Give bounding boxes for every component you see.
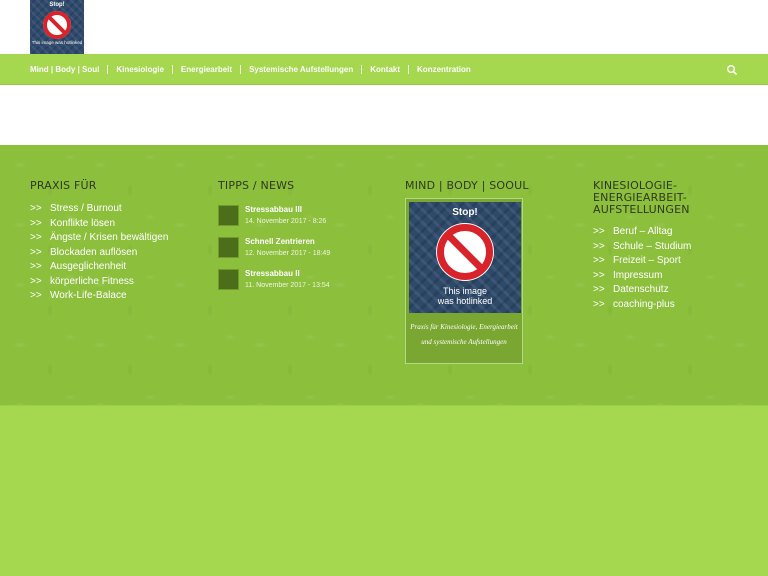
arrow-marker: >> xyxy=(593,226,605,237)
nav-item-kinesiologie[interactable]: Kinesiologie xyxy=(99,65,164,74)
prohibited-icon xyxy=(43,11,71,39)
praxis-link-ausgeglichenheit[interactable]: >> Ausgeglichenheit xyxy=(30,260,205,275)
link-label: Datenschutz xyxy=(613,284,669,295)
praxis-link-konflikte-losen[interactable]: >> Konflikte lösen xyxy=(30,217,205,232)
arrow-marker: >> xyxy=(30,217,42,229)
site-logo[interactable]: Stop! This image was hotlinked xyxy=(30,0,84,54)
arrow-marker: >> xyxy=(30,203,42,214)
link-label: Impressum xyxy=(613,269,663,281)
footer-heading-news: TIPPS / NEWS xyxy=(218,179,295,192)
nav-item-label: Kontakt xyxy=(370,64,401,74)
footer-heading-kinesiologie: KINESIOLOGIE-ENERGIEARBEIT-AUFSTELLUNGEN xyxy=(593,179,690,216)
kinesiologie-link-schule-studium[interactable]: >> Schule – Studium xyxy=(593,240,753,255)
logo-hotlinked-text: This image was hotlinked xyxy=(31,40,83,45)
link-label: coaching-plus xyxy=(613,298,675,310)
praxis-link-korperliche-fitness[interactable]: >> körperliche Fitness xyxy=(30,275,205,290)
link-label: Konflikte lösen xyxy=(50,217,116,229)
nav-item-mind-body-soul[interactable]: Mind | Body | Soul xyxy=(30,65,99,74)
news-item[interactable]: Stressabbau III 14. November 2017 - 8:26 xyxy=(218,202,393,234)
nav-item-kontakt[interactable]: Kontakt xyxy=(353,65,400,74)
link-label: Freizeit – Sport xyxy=(613,255,681,266)
header-top: Stop! This image was hotlinked xyxy=(0,0,768,54)
news-date: 12. November 2017 - 18:49 xyxy=(245,250,331,257)
footer-column-kinesiologie: KINESIOLOGIE-ENERGIEARBEIT-AUFSTELLUNGEN… xyxy=(593,180,753,312)
news-title[interactable]: Schnell Zentrieren xyxy=(245,237,315,246)
news-list: Stressabbau III 14. November 2017 - 8:26 S… xyxy=(218,202,393,298)
link-label: Stress / Burnout xyxy=(50,203,122,214)
hotlinked-image[interactable]: Stop! This image was hotlinked xyxy=(409,202,521,313)
news-item[interactable]: Stressabbau II 11. November 2017 - 13:54 xyxy=(218,266,393,298)
link-label: Blockaden auflösen xyxy=(50,246,138,258)
image-widget: Stop! This image was hotlinked Praxis fü… xyxy=(405,198,523,364)
arrow-marker: >> xyxy=(30,232,42,243)
kinesiologie-link-coaching-plus[interactable]: >> coaching-plus xyxy=(593,298,753,313)
kinesiologie-link-beruf-alltag[interactable]: >> Beruf – Alltag xyxy=(593,225,753,240)
praxis-link-blockaden-auflosen[interactable]: >> Blockaden auflösen xyxy=(30,246,205,261)
nav-item-label: Kinesiologie xyxy=(116,64,164,74)
link-label: Beruf – Alltag xyxy=(613,226,673,237)
praxis-link-stress-burnout[interactable]: >> Stress / Burnout xyxy=(30,202,205,217)
arrow-marker: >> xyxy=(593,269,605,281)
footer-heading-mind-body-soul: MIND | BODY | SOOUL xyxy=(405,179,529,192)
prohibited-icon xyxy=(436,223,494,281)
footer-heading-praxis: PRAXIS FÜR xyxy=(30,179,97,192)
nav-item-energiearbeit[interactable]: Energiearbeit xyxy=(164,65,232,74)
arrow-marker: >> xyxy=(30,275,42,287)
praxis-link-work-life-balace[interactable]: >> Work-Life-Balace xyxy=(30,289,205,304)
kinesiologie-link-freizeit-sport[interactable]: >> Freizeit – Sport xyxy=(593,254,753,269)
news-date: 11. November 2017 - 13:54 xyxy=(245,282,330,289)
image-caption: Praxis für Kinesiologie, Energiearbeit u… xyxy=(410,323,518,346)
hotlink-line-1: This image xyxy=(442,286,487,296)
link-label: Ausgeglichenheit xyxy=(50,261,127,272)
nav-item-label: Energiearbeit xyxy=(180,64,233,74)
search-icon[interactable] xyxy=(726,63,738,76)
arrow-marker: >> xyxy=(30,290,42,301)
link-label: Schule – Studium xyxy=(613,240,692,252)
news-thumbnail[interactable] xyxy=(218,269,239,290)
nav-item-label: Konzentration xyxy=(417,64,471,74)
kinesiologie-link-impressum[interactable]: >> Impressum xyxy=(593,269,753,284)
praxis-link-angste-krisen-bewaltigen[interactable]: >> Ängste / Krisen bewältigen xyxy=(30,231,205,246)
link-label: Work-Life-Balace xyxy=(50,290,127,301)
footer-widgets: PRAXIS FÜR >> Stress / Burnout >> Konflikte… xyxy=(0,145,768,406)
kinesiologie-link-list: >> Beruf – Alltag >> Schule – Studium >> Frei… xyxy=(593,225,753,312)
news-item[interactable]: Schnell Zentrieren 12. November 2017 - 18… xyxy=(218,234,393,266)
news-thumbnail[interactable] xyxy=(218,205,239,226)
nav-item-label: Mind | Body | Soul xyxy=(30,64,100,74)
praxis-link-list: >> Stress / Burnout >> Konflikte lösen >> Äng… xyxy=(30,202,205,304)
news-date: 14. November 2017 - 8:26 xyxy=(245,218,327,225)
logo-stop-text: Stop! xyxy=(49,2,65,8)
hotlink-stop-text: Stop! xyxy=(452,207,478,218)
nav-item-systemische-aufstellungen[interactable]: Systemische Aufstellungen xyxy=(232,65,353,74)
link-label: Ängste / Krisen bewältigen xyxy=(50,232,169,243)
news-title[interactable]: Stressabbau II xyxy=(245,269,300,278)
page-title-band xyxy=(0,85,768,146)
arrow-marker: >> xyxy=(30,246,42,258)
news-thumbnail[interactable] xyxy=(218,237,239,258)
footer-column-news: TIPPS / NEWS Stressabbau III 14. November… xyxy=(218,180,393,298)
footer-column-mind-body-soul: MIND | BODY | SOOUL Stop! This image was… xyxy=(405,180,580,364)
link-label: körperliche Fitness xyxy=(50,275,134,287)
nav-item-konzentration[interactable]: Konzentration xyxy=(400,65,471,74)
kinesiologie-link-datenschutz[interactable]: >> Datenschutz xyxy=(593,283,753,298)
nav-menu: Mind | Body | Soul Kinesiologie Energiearb… xyxy=(30,54,471,84)
hotlink-line-2: was hotlinked xyxy=(437,296,493,306)
arrow-marker: >> xyxy=(593,240,605,252)
arrow-marker: >> xyxy=(593,298,605,310)
arrow-marker: >> xyxy=(30,261,42,272)
nav-item-label: Systemische Aufstellungen xyxy=(249,64,354,74)
main-navigation: Mind | Body | Soul Kinesiologie Energiearb… xyxy=(0,54,768,85)
footer-column-praxis: PRAXIS FÜR >> Stress / Burnout >> Konflikte… xyxy=(30,180,205,304)
news-title[interactable]: Stressabbau III xyxy=(245,205,302,214)
arrow-marker: >> xyxy=(593,284,605,295)
arrow-marker: >> xyxy=(593,255,605,266)
